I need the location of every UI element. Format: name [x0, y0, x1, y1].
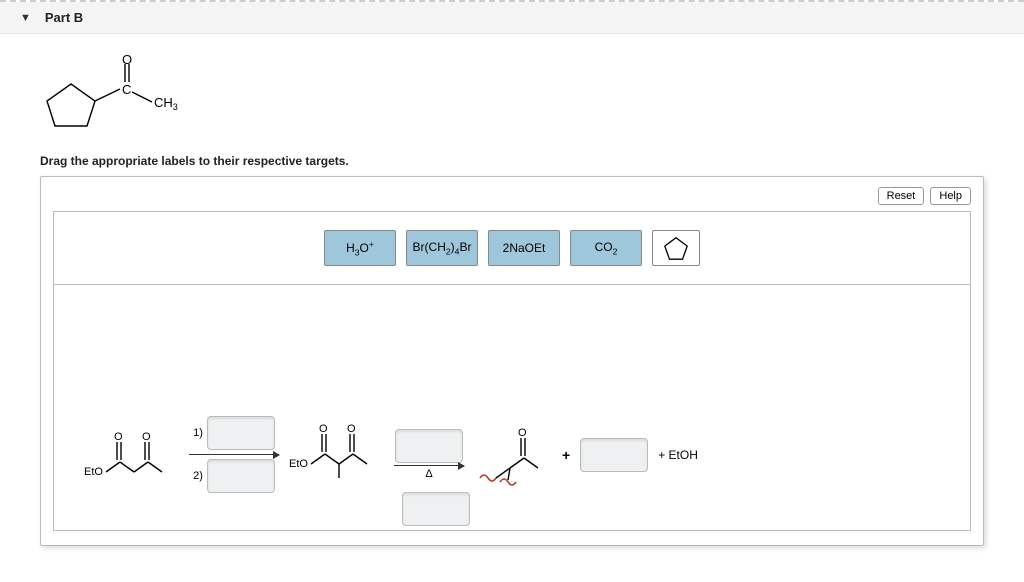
label-brch2[interactable]: Br(CH2)4Br [406, 230, 478, 266]
label-2naoet[interactable]: 2NaOEt [488, 230, 560, 266]
reagent-delta: Δ [394, 429, 464, 480]
part-title: Part B [45, 10, 83, 25]
target-slot-3[interactable] [395, 429, 463, 463]
target-slot-2[interactable] [207, 459, 275, 493]
svg-text:O: O [347, 423, 356, 435]
target-slot-below-intermediate[interactable] [402, 492, 470, 526]
target-slot-1[interactable] [207, 416, 275, 450]
svg-text:O: O [518, 427, 527, 439]
instruction-text: Drag the appropriate labels to their res… [40, 154, 984, 168]
o-label: O [122, 54, 132, 67]
arrow-icon [394, 465, 464, 466]
reaction-scheme: EtO O O 1) [84, 412, 940, 497]
caret-down-icon: ▼ [20, 12, 31, 24]
ch3-label: CH3 [154, 95, 178, 112]
label-co2[interactable]: CO2 [570, 230, 642, 266]
etoh-text: + EtOH [658, 448, 698, 462]
help-button[interactable]: Help [930, 187, 971, 205]
label-h3o[interactable]: H3O+ [324, 230, 396, 266]
content-area: C O CH3 Drag the appropriate labels to t… [0, 34, 1024, 546]
svg-text:O: O [142, 431, 151, 443]
structure-1: EtO O O [84, 420, 179, 490]
plus-sign: + [562, 447, 570, 463]
delta-label: Δ [425, 468, 432, 480]
workspace-toolbar: Reset Help [53, 187, 971, 205]
structure-2: EtO O O [289, 412, 384, 497]
svg-text:O: O [114, 431, 123, 443]
drag-drop-workspace: Reset Help H3O+ Br(CH2)4Br 2NaOEt CO2 [40, 176, 984, 546]
structure-3: O [474, 420, 552, 490]
c-label: C [122, 82, 131, 97]
target-slot-4[interactable] [580, 438, 648, 472]
prompt-structure: C O CH3 [40, 54, 984, 144]
svg-text:O: O [319, 423, 328, 435]
label-cyclopentane[interactable] [652, 230, 700, 266]
reset-button[interactable]: Reset [878, 187, 925, 205]
canvas: H3O+ Br(CH2)4Br 2NaOEt CO2 [53, 211, 971, 531]
svg-text:EtO: EtO [84, 466, 103, 478]
part-header[interactable]: ▼ Part B [0, 2, 1024, 34]
pentagon-icon [662, 234, 690, 262]
arrow-icon [189, 454, 279, 455]
svg-text:EtO: EtO [289, 458, 308, 470]
reagent-step-1-2: 1) 2) [189, 416, 279, 493]
labels-bank: H3O+ Br(CH2)4Br 2NaOEt CO2 [54, 230, 970, 266]
label-divider [54, 284, 970, 285]
